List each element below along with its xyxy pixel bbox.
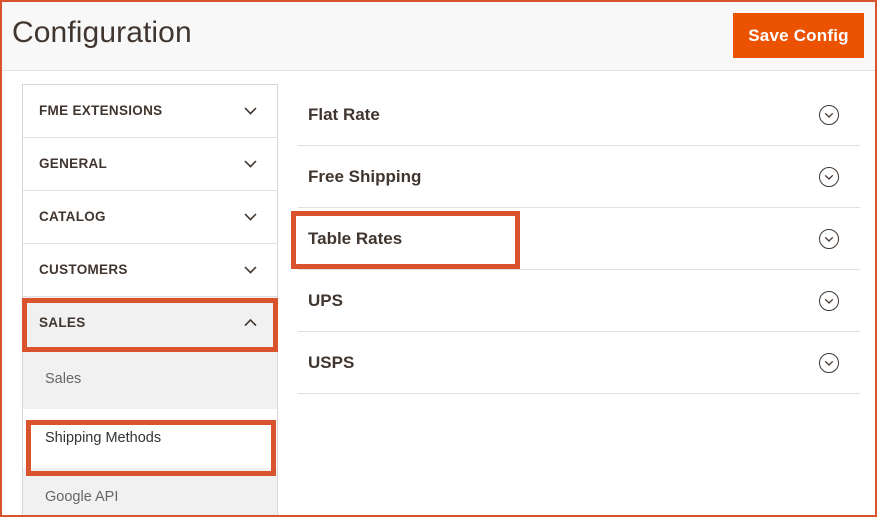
sidebar-section-label: CUSTOMERS (39, 262, 128, 277)
shipping-method-label: Flat Rate (308, 105, 380, 124)
sidebar-subitem-label: Shipping Methods (45, 430, 162, 446)
sidebar-section-label: SALES (39, 315, 86, 330)
shipping-method-free-shipping[interactable]: Free Shipping (298, 146, 860, 208)
save-config-button[interactable]: Save Config (733, 13, 864, 58)
shipping-method-ups[interactable]: UPS (298, 270, 860, 332)
sidebar-section-general[interactable]: GENERAL (23, 138, 277, 191)
sidebar-subitem-label: Sales (45, 371, 82, 387)
sidebar-subitems: Sales Shipping Methods Google API (23, 350, 277, 515)
shipping-method-label: Table Rates (308, 229, 403, 248)
configuration-sidebar: FME EXTENSIONS GENERAL CATALOG CUSTOMERS (22, 84, 278, 515)
chevron-down-icon (244, 213, 257, 221)
chevron-down-circle-icon[interactable] (818, 352, 840, 374)
chevron-up-icon (244, 319, 257, 327)
sidebar-item-shipping-methods[interactable]: Shipping Methods (23, 409, 277, 468)
shipping-method-table-rates[interactable]: Table Rates (298, 208, 860, 270)
sidebar-subitem-label: Google API (45, 489, 119, 505)
configuration-page: Configuration Save Config FME EXTENSIONS… (0, 0, 877, 517)
chevron-down-circle-icon[interactable] (818, 290, 840, 312)
chevron-down-circle-icon[interactable] (818, 166, 840, 188)
page-header: Configuration Save Config (2, 2, 875, 71)
shipping-method-flat-rate[interactable]: Flat Rate (298, 84, 860, 146)
sidebar-section-customers[interactable]: CUSTOMERS (23, 244, 277, 297)
sidebar-section-catalog[interactable]: CATALOG (23, 191, 277, 244)
page-title: Configuration (12, 16, 192, 49)
shipping-methods-panel: Flat Rate Free Shipping Table Rates UPS … (298, 84, 860, 394)
sidebar-item-sales[interactable]: Sales (23, 350, 277, 409)
chevron-down-circle-icon[interactable] (818, 104, 840, 126)
chevron-down-icon (244, 160, 257, 168)
sidebar-item-google-api[interactable]: Google API (23, 468, 277, 515)
chevron-down-icon (244, 266, 257, 274)
sidebar-section-label: GENERAL (39, 156, 108, 171)
shipping-method-label: UPS (308, 291, 343, 310)
sidebar-section-fme-extensions[interactable]: FME EXTENSIONS (23, 85, 277, 138)
sidebar-section-label: FME EXTENSIONS (39, 103, 163, 118)
shipping-method-usps[interactable]: USPS (298, 332, 860, 394)
chevron-down-icon (244, 107, 257, 115)
chevron-down-circle-icon[interactable] (818, 228, 840, 250)
shipping-method-label: Free Shipping (308, 167, 422, 186)
sidebar-section-label: CATALOG (39, 209, 106, 224)
sidebar-section-sales[interactable]: SALES (23, 297, 277, 350)
shipping-method-label: USPS (308, 353, 355, 372)
